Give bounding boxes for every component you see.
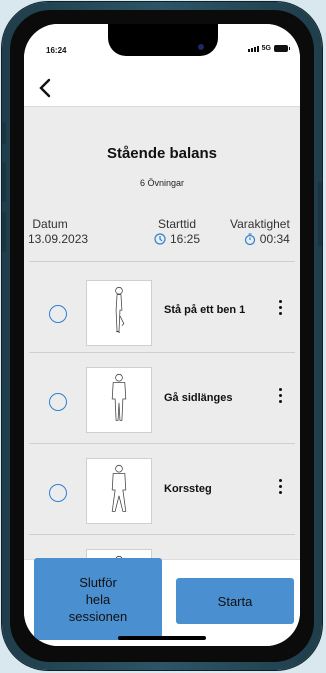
- screen: 16:24 5G Stående balans 6 Övningar Datum: [24, 24, 300, 646]
- duration-label: Varaktighet: [230, 217, 290, 231]
- battery-icon: [274, 45, 290, 52]
- session-content: Stående balans 6 Övningar Datum 13.09.20…: [24, 107, 300, 579]
- more-options-icon[interactable]: [274, 479, 286, 501]
- status-bar: 16:24 5G: [24, 24, 300, 70]
- nav-bar: [24, 70, 300, 107]
- start-button[interactable]: Starta: [176, 578, 294, 624]
- status-indicators: 5G: [247, 45, 290, 52]
- camera-icon: [198, 44, 204, 50]
- power-button: [318, 182, 322, 246]
- more-options-icon[interactable]: [274, 388, 286, 410]
- exercise-thumbnail: [86, 367, 152, 433]
- exercise-row[interactable]: Korssteg: [24, 444, 300, 534]
- exercise-label: Stå på ett ben 1: [164, 304, 246, 316]
- volume-down-button: [2, 212, 6, 252]
- start-time-value: 16:25: [170, 232, 201, 246]
- duration-value: 00:34: [259, 232, 290, 246]
- volume-up-button: [2, 162, 6, 202]
- date-value: 13.09.2023: [28, 232, 89, 246]
- date-block: Datum 13.09.2023: [24, 217, 88, 246]
- action-footer: Slutför hela sessionen Starta: [24, 558, 300, 646]
- status-time: 16:24: [46, 46, 67, 55]
- notch: [108, 24, 218, 56]
- chevron-left-icon: [39, 78, 51, 98]
- page-title: Stående balans: [106, 145, 218, 162]
- exercise-thumbnail: [86, 458, 152, 524]
- signal-icon: [247, 45, 259, 52]
- start-time-block: Starttid 16:25: [154, 217, 200, 246]
- clock-icon: [154, 233, 166, 245]
- exercise-count: 6 Övningar: [139, 178, 185, 188]
- figure-side-one-leg-icon: [115, 286, 125, 333]
- back-button[interactable]: [34, 76, 58, 100]
- network-label: 5G: [261, 45, 271, 52]
- exercise-select-radio[interactable]: [49, 393, 67, 411]
- exercise-label: Korssteg: [164, 483, 212, 495]
- more-options-icon[interactable]: [274, 300, 286, 322]
- exercise-row[interactable]: Gå sidlänges: [24, 353, 300, 443]
- figure-step-icon: [111, 464, 127, 512]
- figure-standing-icon: [111, 373, 127, 421]
- finish-session-label: Slutför hela sessionen: [68, 574, 128, 624]
- mute-switch: [2, 122, 6, 144]
- duration-block: Varaktighet 00:34: [230, 217, 290, 246]
- exercise-thumbnail: [86, 280, 152, 346]
- exercise-label: Gå sidlänges: [164, 392, 233, 404]
- date-label: Datum: [32, 217, 68, 231]
- home-indicator[interactable]: [118, 636, 206, 640]
- exercise-row[interactable]: Stå på ett ben 1: [24, 262, 300, 352]
- exercise-select-radio[interactable]: [49, 484, 67, 502]
- exercise-select-radio[interactable]: [49, 305, 67, 323]
- finish-session-button[interactable]: Slutför hela sessionen: [34, 558, 162, 640]
- start-time-label: Starttid: [158, 217, 197, 231]
- stopwatch-icon: [244, 233, 255, 245]
